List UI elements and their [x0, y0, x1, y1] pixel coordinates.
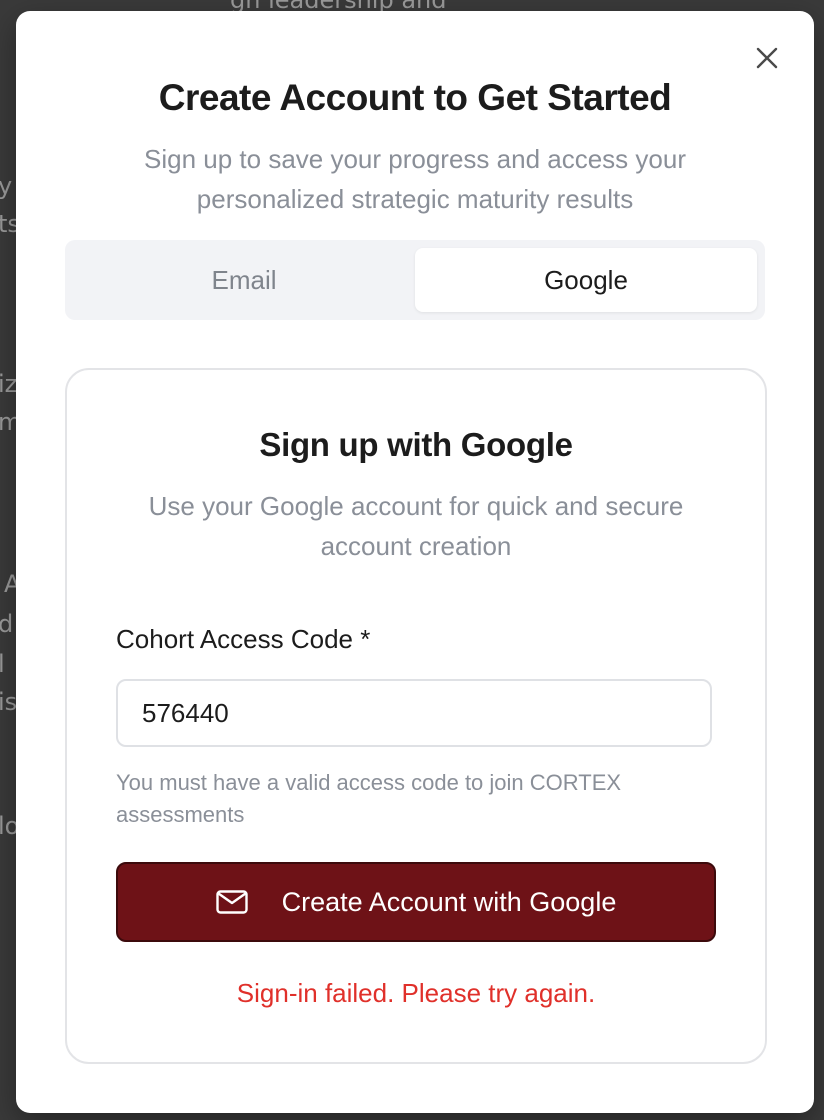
tab-google[interactable]: Google: [415, 248, 757, 312]
backdrop-text: l: [0, 650, 5, 678]
close-button[interactable]: [754, 47, 780, 73]
mail-icon: [215, 890, 248, 914]
google-signup-card: Sign up with Google Use your Google acco…: [65, 368, 767, 1064]
backdrop-text: iz: [0, 370, 18, 398]
modal-title: Create Account to Get Started: [158, 77, 672, 118]
create-account-google-label: Create Account with Google: [281, 886, 617, 917]
tab-email[interactable]: Email: [73, 248, 415, 312]
modal-subtitle: Sign up to save your progress and access…: [144, 144, 686, 214]
card-description: Use your Google account for quick and se…: [148, 491, 684, 561]
signup-method-tabs: Email Google: [65, 240, 765, 320]
backdrop-text: d: [0, 610, 14, 638]
backdrop-text: y: [0, 172, 13, 200]
error-message: Sign-in failed. Please try again.: [236, 978, 596, 1008]
access-code-input[interactable]: [116, 679, 712, 747]
close-icon: [756, 47, 778, 74]
access-code-label: Cohort Access Code *: [116, 624, 371, 654]
backdrop-text: is: [0, 688, 18, 716]
access-code-help: You must have a valid access code to joi…: [116, 770, 622, 827]
signup-modal: Create Account to Get Started Sign up to…: [16, 11, 814, 1113]
card-title: Sign up with Google: [259, 426, 573, 463]
create-account-google-button[interactable]: Create Account with Google: [116, 862, 716, 942]
